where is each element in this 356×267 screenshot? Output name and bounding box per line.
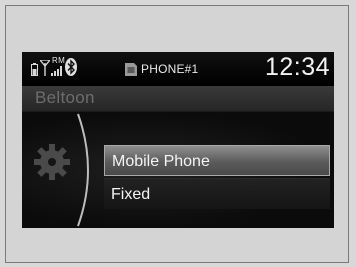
menu-item-mobile-phone[interactable]: Mobile Phone xyxy=(104,145,330,176)
phone-name: PHONE#1 xyxy=(141,62,199,76)
bluetooth-icon xyxy=(65,58,77,76)
display-screen: RM PHONE#1 12:34 Beltoon Mobile Phone Fi… xyxy=(22,52,334,228)
page-title: Beltoon xyxy=(35,88,95,107)
menu-arc-decoration xyxy=(77,113,89,227)
roaming-indicator: RM xyxy=(52,56,66,65)
sim-card-icon xyxy=(125,63,137,76)
status-bar: RM PHONE#1 12:34 xyxy=(22,52,334,86)
menu-area: Mobile Phone Fixed xyxy=(22,112,334,228)
gear-icon xyxy=(34,144,70,180)
phone-battery-icon xyxy=(31,63,38,76)
menu-item-fixed[interactable]: Fixed xyxy=(104,178,330,209)
title-bar: Beltoon xyxy=(22,86,334,112)
signal-strength-icon xyxy=(51,66,62,76)
antenna-icon xyxy=(40,60,50,76)
clock: 12:34 xyxy=(264,53,330,81)
